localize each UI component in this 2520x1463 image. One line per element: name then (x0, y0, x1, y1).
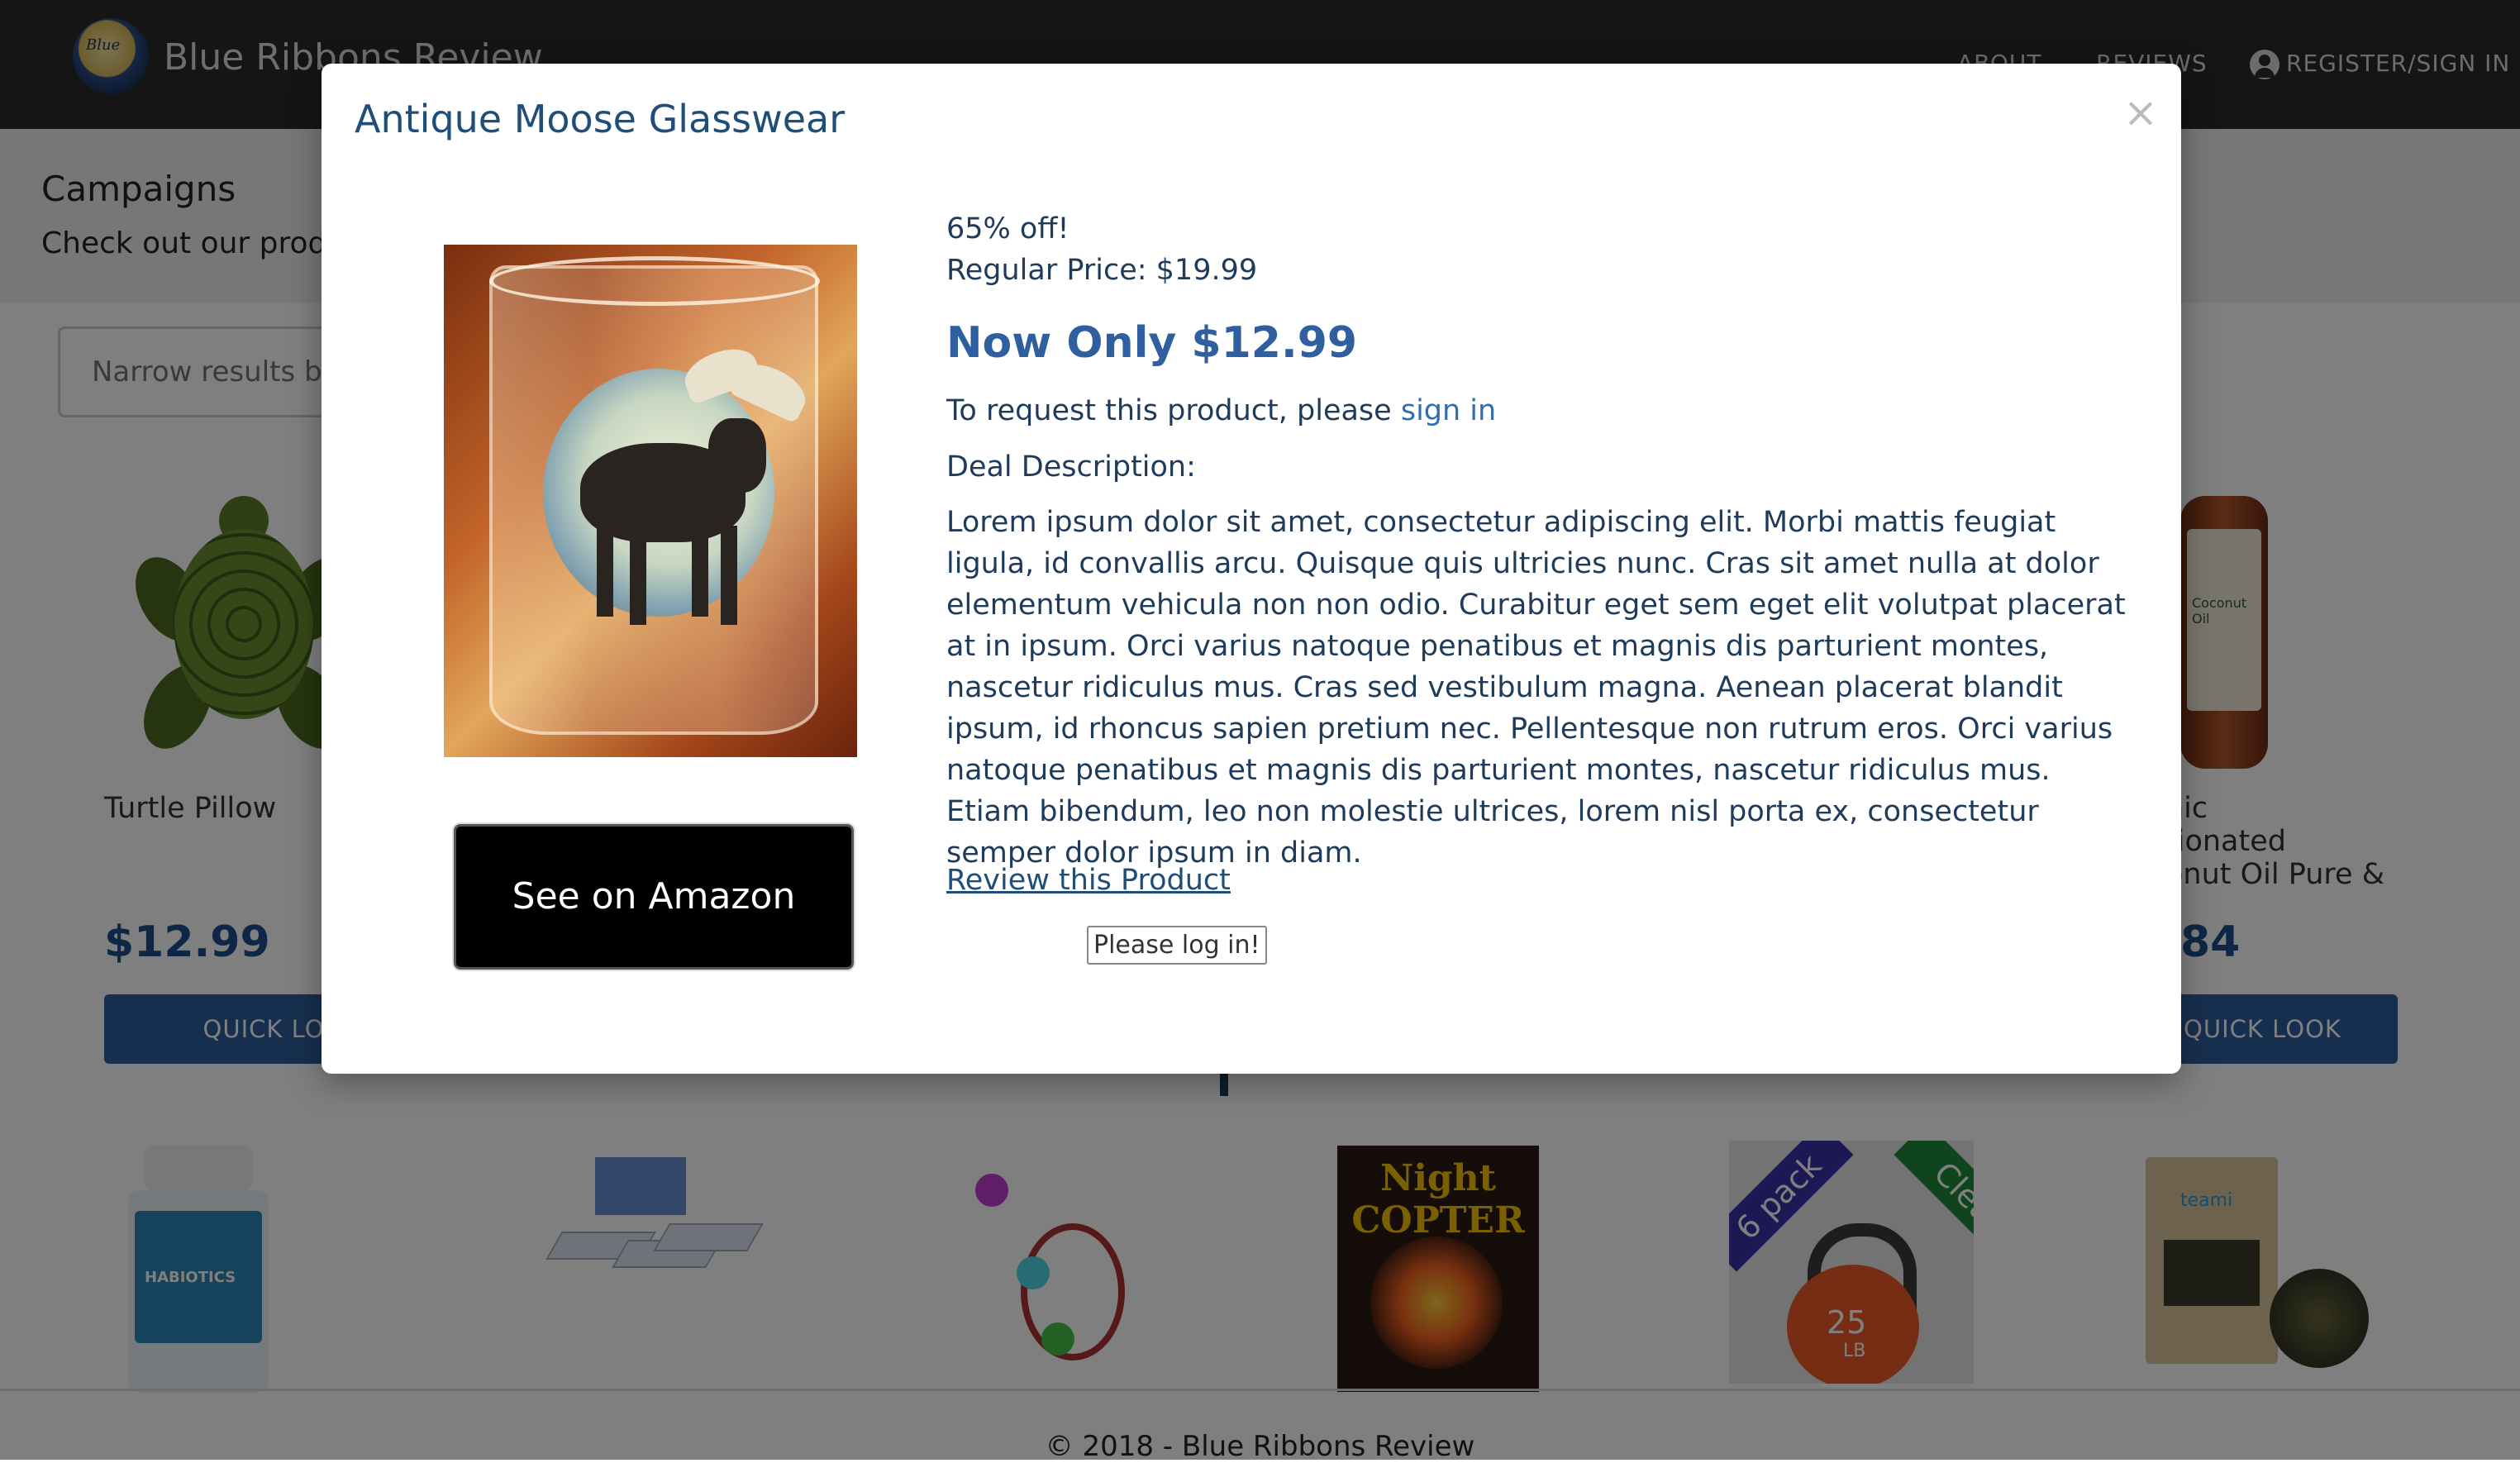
sign-in-link[interactable]: sign in (1401, 394, 1496, 427)
review-product-link[interactable]: Review this Product (946, 864, 1231, 897)
modal-title: Antique Moose Glasswear (355, 97, 846, 141)
deal-description-heading: Deal Description: (946, 450, 1196, 484)
deal-description-text: Lorem ipsum dolor sit amet, consectetur … (946, 506, 2126, 870)
moose-glass-image (444, 245, 857, 757)
regular-price: Regular Price: $19.99 (946, 254, 1258, 287)
sale-price: Now Only $12.99 (946, 318, 1358, 368)
sign-in-prompt-text: To request this product, please (946, 394, 1401, 427)
please-log-in-button[interactable]: Please log in! (1087, 926, 1267, 965)
see-on-amazon-button[interactable]: See on Amazon (454, 824, 854, 970)
quick-look-modal: Antique Moose Glasswear × See on Amazon … (322, 64, 2181, 1074)
sign-in-prompt: To request this product, please sign in (946, 394, 1496, 427)
close-icon[interactable]: × (2123, 92, 2158, 133)
discount-text: 65% off! (946, 212, 1069, 245)
